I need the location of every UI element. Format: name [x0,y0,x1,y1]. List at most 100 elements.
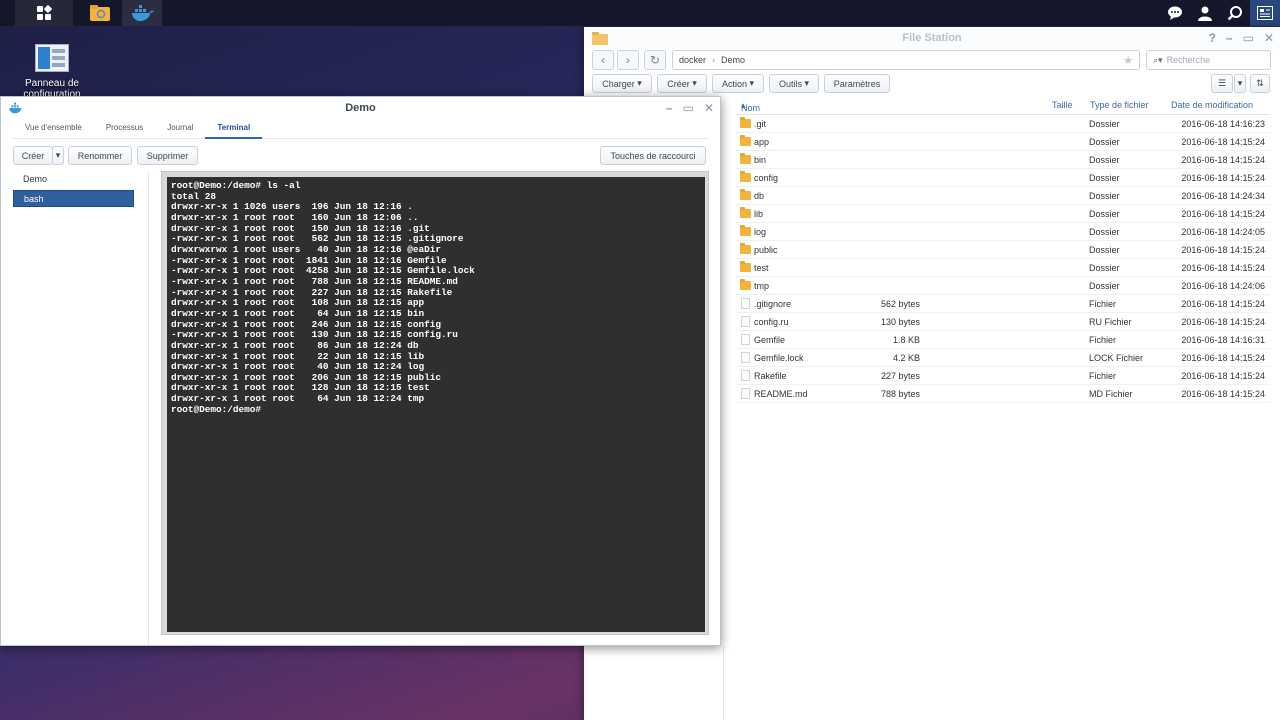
maximize-icon[interactable]: ▭ [1243,31,1254,45]
file-date: 2016-06-18 14:24:06 [1181,281,1265,291]
file-type: Dossier [1089,119,1120,129]
table-row[interactable]: app Dossier 2016-06-18 14:15:24 [736,133,1270,151]
sort-button[interactable]: ⇅ [1250,74,1270,93]
minimize-icon[interactable]: – [666,101,673,115]
file-date: 2016-06-18 14:16:31 [1181,335,1265,345]
folder-icon [740,243,751,254]
file-type: Fichier [1089,371,1117,381]
maximize-icon[interactable]: ▭ [683,101,694,115]
list-icon: ☰ [1217,78,1227,88]
table-row[interactable]: Gemfile 1.8 KB Fichier 2016-06-18 14:16:31 [736,331,1270,349]
delete-button[interactable]: Supprimer [137,146,198,165]
view-dropdown-button[interactable]: ▾ [1234,74,1246,93]
file-date: 2016-06-18 14:15:24 [1181,137,1265,147]
file-date: 2016-06-18 14:15:24 [1181,353,1265,363]
file-station-titlebar[interactable]: File Station ? – ▭ ✕ [584,27,1280,49]
session-item-bash[interactable]: bash [13,190,134,207]
terminal-frame: root@Demo:/demo# ls -al total 28 drwxr-xr-… [161,171,709,635]
terminal-output[interactable]: root@Demo:/demo# ls -al total 28 drwxr-xr-… [167,177,705,632]
view-list-button[interactable]: ☰ [1211,74,1233,93]
file-name: log [754,227,767,237]
column-size-header[interactable]: Taille [1052,100,1073,110]
control-panel-desktop-icon[interactable]: Panneau de configuration [18,44,86,100]
folder-icon [740,207,751,218]
session-item-demo[interactable]: Demo [13,171,134,188]
table-row[interactable]: lib Dossier 2016-06-18 14:15:24 [736,205,1270,223]
file-type: Dossier [1089,137,1120,147]
table-row[interactable]: .git Dossier 2016-06-18 14:16:23 [736,115,1270,133]
help-icon[interactable]: ? [1209,31,1216,45]
file-type: RU Fichier [1089,317,1132,327]
chevron-right-icon: › [712,55,716,65]
create-button[interactable]: Créer ▾ [657,74,707,93]
tools-button[interactable]: Outils ▾ [769,74,819,93]
main-menu-button[interactable] [15,0,73,26]
terminal-line: drwxr-xr-x 1 root root 64 Jun 18 12:15 b… [171,307,425,319]
widgets-icon[interactable] [1250,0,1280,26]
path-segment[interactable]: docker [679,55,706,65]
shortcuts-button[interactable]: Touches de raccourci [600,146,706,165]
table-row[interactable]: test Dossier 2016-06-18 14:15:24 [736,259,1270,277]
file-list: Nom ▴ Taille Type de fichier Date de mod… [736,97,1270,403]
folder-icon [740,279,751,290]
column-date-header[interactable]: Date de modification [1171,100,1253,110]
file-size: 130 bytes [880,317,920,327]
column-name-header[interactable]: Nom ▴ [741,100,760,113]
file-name: README.md [754,389,808,399]
file-name: test [754,263,769,273]
chat-icon[interactable] [1160,0,1190,26]
action-button[interactable]: Action ▾ [712,74,764,93]
table-row[interactable]: tmp Dossier 2016-06-18 14:24:06 [736,277,1270,295]
table-row[interactable]: log Dossier 2016-06-18 14:24:05 [736,223,1270,241]
column-type-header[interactable]: Type de fichier [1090,100,1149,110]
tab-processes[interactable]: Processus [94,117,155,139]
control-panel-icon [35,44,69,72]
minimize-icon[interactable]: – [1226,31,1233,45]
path-segment[interactable]: Demo [721,55,745,65]
file-icon [741,298,750,309]
table-row[interactable]: config Dossier 2016-06-18 14:15:24 [736,169,1270,187]
rename-button[interactable]: Renommer [68,146,132,165]
search-input[interactable]: ⌕▾ Recherche [1146,50,1271,70]
taskbar [0,0,1280,26]
docker-titlebar[interactable]: Demo – ▭ ✕ [1,97,720,119]
table-row[interactable]: public Dossier 2016-06-18 14:15:24 [736,241,1270,259]
table-row[interactable]: bin Dossier 2016-06-18 14:15:24 [736,151,1270,169]
table-row[interactable]: config.ru 130 bytes RU Fichier 2016-06-18 1… [736,313,1270,331]
file-type: Dossier [1089,155,1120,165]
settings-button[interactable]: Paramètres [824,74,890,93]
path-bar[interactable]: docker › Demo ★ [672,50,1140,70]
sort-icon: ⇅ [1256,78,1264,88]
table-row[interactable]: db Dossier 2016-06-18 14:24:34 [736,187,1270,205]
forward-button[interactable]: › [617,50,639,70]
close-icon[interactable]: ✕ [704,101,714,115]
table-row[interactable]: README.md 788 bytes MD Fichier 2016-06-18 1… [736,385,1270,403]
table-row[interactable]: .gitignore 562 bytes Fichier 2016-06-18 14:… [736,295,1270,313]
search-icon[interactable] [1220,0,1250,26]
docker-taskbar-button[interactable] [122,0,162,26]
file-station-taskbar-button[interactable] [80,0,120,26]
user-icon[interactable] [1190,0,1220,26]
tab-terminal[interactable]: Terminal [205,117,263,139]
file-size: 562 bytes [880,299,920,309]
file-name: public [754,245,778,255]
table-row[interactable]: Rakefile 227 bytes Fichier 2016-06-18 14:15… [736,367,1270,385]
tab-overview[interactable]: Vue d'ensemble [13,117,94,139]
folder-icon [740,261,751,272]
refresh-button[interactable]: ↻ [644,50,666,70]
close-icon[interactable]: ✕ [1264,31,1274,45]
upload-button[interactable]: Charger ▾ [592,74,652,93]
file-icon [741,388,750,399]
create-session-button[interactable]: Créer [13,146,53,165]
file-name: config.ru [754,317,789,327]
table-row[interactable]: Gemfile.lock 4.2 KB LOCK Fichier 2016-06-18… [736,349,1270,367]
star-icon[interactable]: ★ [1123,54,1133,67]
divider [148,171,149,645]
tab-log[interactable]: Journal [155,117,205,139]
file-date: 2016-06-18 14:15:24 [1181,155,1265,165]
create-dropdown-button[interactable]: ▾ [52,146,64,165]
file-type: Dossier [1089,173,1120,183]
back-button[interactable]: ‹ [592,50,614,70]
folder-icon [740,189,751,200]
file-date: 2016-06-18 14:15:24 [1181,173,1265,183]
